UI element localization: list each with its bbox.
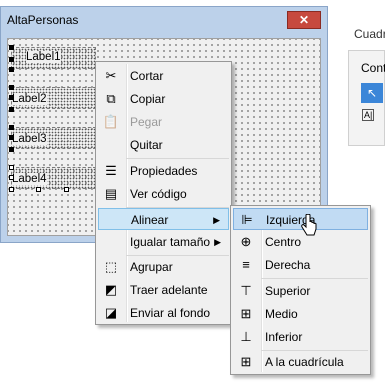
label-tool-icon[interactable]: A| <box>362 109 375 121</box>
menu-item-label: Quitar <box>130 138 163 152</box>
properties-icon: ☰ <box>105 163 117 178</box>
menu-item-quitar[interactable]: Quitar <box>98 134 229 156</box>
pointer-tool-icon[interactable]: ↖ <box>361 83 383 103</box>
close-icon: ✕ <box>298 13 310 27</box>
context-menu: ✂ Cortar ⧉ Copiar 📋 Pegar Quitar ☰ Propi… <box>95 61 232 325</box>
submenu-item-label: Medio <box>265 307 298 321</box>
send-back-icon: ◪ <box>104 305 118 320</box>
menu-item-alinear[interactable]: Alinear ▶ <box>98 208 229 230</box>
menu-item-label: Traer adelante <box>130 283 208 297</box>
align-left-icon: ⊫ <box>241 212 253 227</box>
menu-item-pegar[interactable]: 📋 Pegar <box>98 111 229 133</box>
submenu-item-medio[interactable]: ⊞ Medio <box>233 303 368 325</box>
bring-front-icon: ◩ <box>104 282 118 297</box>
submenu-item-label: Centro <box>265 235 302 249</box>
close-button[interactable]: ✕ <box>287 11 321 29</box>
hand-cursor-icon <box>301 214 317 236</box>
submenu-arrow-icon: ▶ <box>214 237 221 247</box>
menu-item-traer-adelante[interactable]: ◩ Traer adelante <box>98 279 229 301</box>
copy-icon: ⧉ <box>106 91 116 106</box>
menu-item-label: Alinear <box>131 213 169 227</box>
label3[interactable]: Label3 <box>12 133 47 145</box>
label1[interactable]: Label1 <box>26 51 61 63</box>
menu-item-label: Agrupar <box>130 260 173 274</box>
align-right-icon: ≡ <box>242 257 250 272</box>
menu-item-label: Enviar al fondo <box>130 306 211 320</box>
align-middle-icon: ⊞ <box>240 306 252 321</box>
menu-item-label: Propiedades <box>130 164 198 178</box>
paste-icon: 📋 <box>102 114 120 129</box>
label2[interactable]: Label2 <box>12 93 47 105</box>
menu-item-propiedades[interactable]: ☰ Propiedades <box>98 160 229 182</box>
window-title: AltaPersonas <box>7 13 79 27</box>
menu-item-ver-codigo[interactable]: ▤ Ver código <box>98 183 229 205</box>
align-top-icon: ⊤ <box>240 283 252 298</box>
menu-item-label: Cortar <box>130 69 164 83</box>
submenu-item-a-la-cuadricula[interactable]: ⊞ A la cuadrícula <box>233 351 368 373</box>
submenu-item-inferior[interactable]: ⊥ Inferior <box>233 326 368 348</box>
menu-item-label: Pegar <box>130 115 163 129</box>
view-code-icon: ▤ <box>104 186 118 201</box>
align-bottom-icon: ⊥ <box>240 329 252 344</box>
scissors-icon: ✂ <box>105 68 117 83</box>
toolbox: Contr ↖ A| <box>348 50 385 146</box>
submenu-item-superior[interactable]: ⊤ Superior <box>233 280 368 302</box>
submenu-item-label: Derecha <box>265 258 311 272</box>
submenu-item-label: A la cuadrícula <box>265 355 344 369</box>
menu-item-agrupar[interactable]: ⬚ Agrupar <box>98 256 229 278</box>
submenu-item-label: Inferior <box>265 330 303 344</box>
menu-item-enviar-al-fondo[interactable]: ◪ Enviar al fondo <box>98 302 229 324</box>
menu-item-label: Igualar tamaño <box>130 235 211 249</box>
toolbox-title: Contr <box>361 61 385 75</box>
submenu-item-derecha[interactable]: ≡ Derecha <box>233 254 368 276</box>
menu-item-label: Ver código <box>130 187 187 201</box>
toolbox-panel-title: Cuadr <box>354 27 385 41</box>
menu-item-cortar[interactable]: ✂ Cortar <box>98 65 229 87</box>
submenu-arrow-icon: ▶ <box>213 215 220 225</box>
align-grid-icon: ⊞ <box>240 354 252 369</box>
align-center-icon: ⊕ <box>240 234 252 249</box>
menu-item-label: Copiar <box>130 92 166 106</box>
label4[interactable]: Label4 <box>12 173 47 185</box>
menu-item-igualar-tamano[interactable]: Igualar tamaño ▶ <box>98 231 229 253</box>
submenu-item-label: Superior <box>265 284 311 298</box>
group-icon: ⬚ <box>104 259 118 274</box>
menu-item-copiar[interactable]: ⧉ Copiar <box>98 88 229 110</box>
